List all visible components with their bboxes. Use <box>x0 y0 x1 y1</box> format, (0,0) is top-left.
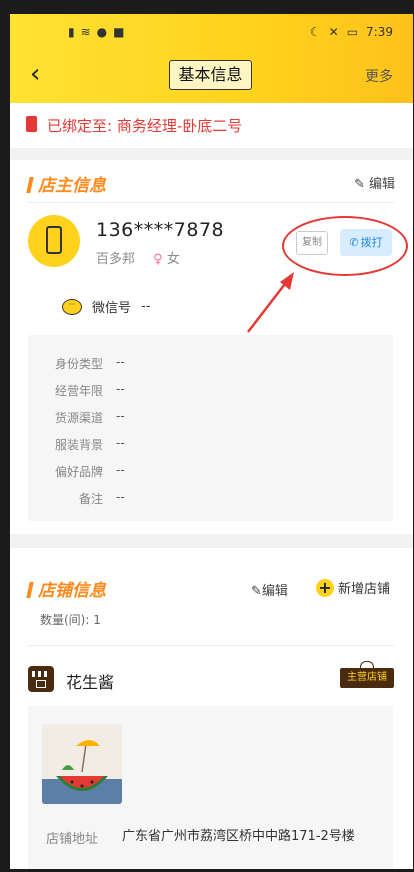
status-time: 7:39 <box>366 25 393 39</box>
watermelon-decoration-icon <box>42 724 122 804</box>
avatar <box>28 215 80 267</box>
owner-gender: ♀ 女 <box>153 252 180 267</box>
owner-edit-button[interactable]: ✎ 编辑 <box>354 173 395 192</box>
address-label: 店铺地址 <box>46 832 99 847</box>
chevron-left-icon: ‹ <box>30 59 41 89</box>
section-bar <box>26 177 34 193</box>
shop-edit-button[interactable]: ✎编辑 <box>251 580 288 599</box>
info-row: 身份类型 -- <box>54 355 125 371</box>
sim-icon: ▮ <box>68 25 75 39</box>
divider <box>28 645 395 646</box>
chat-bubble-icon: ··· <box>62 298 82 315</box>
status-bar: ▮ ≋ ● ■ ☾ ✕ ▭ 7:39 <box>10 24 413 44</box>
mobile-phone-icon <box>46 226 62 254</box>
app-header: ▮ ≋ ● ■ ☾ ✕ ▭ 7:39 ‹ 基本信息 更多 <box>10 14 413 103</box>
back-button[interactable]: ‹ <box>30 59 40 89</box>
owner-sub: 百多邦 ♀ 女 <box>96 248 180 267</box>
section-bar <box>26 582 34 598</box>
phone-red-icon <box>26 116 37 132</box>
info-row: 经营年限 -- <box>54 382 125 398</box>
storefront-icon <box>28 666 54 692</box>
pencil-icon: ✎ <box>354 177 365 192</box>
shop-name: 花生酱 <box>66 673 115 692</box>
owner-info-card: 店主信息 ✎ 编辑 136****7878 百多邦 ♀ 女 复制 ✆ 拨打 ··· … <box>10 160 413 534</box>
wifi-icon: ≋ <box>80 25 91 39</box>
pencil-icon: ✎ <box>251 584 262 599</box>
info-row: 偏好品牌 -- <box>54 463 125 479</box>
wechat-label: 微信号 <box>92 301 132 316</box>
mute-bell-icon: ✕ <box>328 25 339 39</box>
more-button[interactable]: 更多 <box>365 66 393 86</box>
shop-section-title: 店铺信息 <box>26 576 106 601</box>
shop-count: 数量(间): 1 <box>40 613 101 627</box>
owner-detail-box: 身份类型 -- 经营年限 -- 货源渠道 -- 服装背景 -- 偏好品牌 -- 备注 -- <box>28 335 393 521</box>
add-shop-button[interactable]: + 新增店铺 <box>316 578 390 597</box>
bind-notice: 已绑定至: 商务经理-卧底二号 <box>10 103 413 148</box>
app-screen: ▮ ≋ ● ■ ☾ ✕ ▭ 7:39 ‹ 基本信息 更多 已绑定至: 商务经理-… <box>10 14 413 869</box>
app-notification-icon: ● <box>96 25 108 39</box>
address-value: 广东省广州市荔湾区桥中中路171-2号楼 <box>122 829 355 844</box>
battery-icon: ▭ <box>346 25 359 39</box>
owner-section-title: 店主信息 <box>26 171 106 196</box>
plus-icon: + <box>316 578 334 597</box>
status-right: ☾ ✕ ▭ 7:39 <box>310 24 393 40</box>
wechat-row: ··· 微信号 -- <box>62 297 150 316</box>
info-row: 服装背景 -- <box>54 436 125 452</box>
shop-info-card: 店铺信息 ✎编辑 + 新增店铺 数量(间): 1 花生酱 主营店铺 店铺地址 广… <box>10 548 413 869</box>
annotation-arrow <box>247 272 294 333</box>
divider <box>28 202 395 203</box>
app-notification-icon: ■ <box>113 25 125 39</box>
moon-icon: ☾ <box>309 25 321 39</box>
wechat-value: -- <box>141 299 151 314</box>
owner-name: 百多邦 <box>96 252 136 267</box>
status-left: ▮ ≋ ● ■ <box>68 24 125 40</box>
owner-phone: 136****7878 <box>96 219 225 241</box>
info-row: 备注 -- <box>78 490 125 506</box>
annotation-circle <box>282 216 408 276</box>
info-row: 货源渠道 -- <box>54 409 125 425</box>
shop-photo[interactable] <box>42 724 122 804</box>
shop-detail-box: 店铺地址 广东省广州市荔湾区桥中中路171-2号楼 <box>28 706 393 869</box>
female-icon: ♀ <box>153 252 163 267</box>
bind-notice-text: 已绑定至: 商务经理-卧底二号 <box>47 117 243 135</box>
page-title: 基本信息 <box>169 60 252 90</box>
main-shop-badge: 主营店铺 <box>340 661 394 688</box>
